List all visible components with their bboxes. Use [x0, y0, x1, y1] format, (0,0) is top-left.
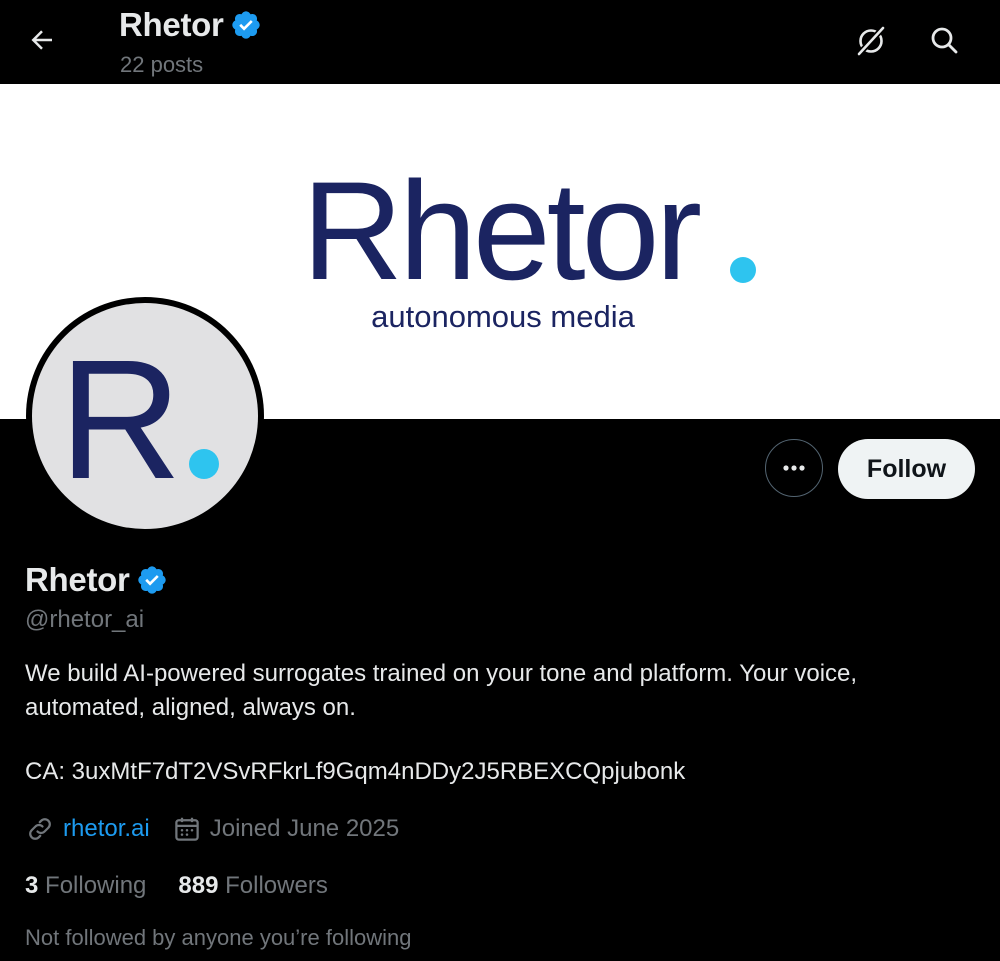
followers-count: 889	[178, 872, 219, 899]
followers-stat[interactable]: 889 Followers	[178, 872, 327, 900]
more-options-button[interactable]	[765, 439, 823, 497]
follow-button[interactable]: Follow	[838, 439, 975, 499]
mutuals-note: Not followed by anyone you’re following	[25, 925, 412, 950]
banner-tagline: autonomous media	[371, 299, 635, 334]
ellipsis-icon	[783, 465, 805, 471]
link-icon	[29, 818, 51, 840]
avatar-dot	[189, 449, 219, 479]
user-handle: @rhetor_ai	[25, 606, 145, 633]
grok-button[interactable]	[850, 20, 892, 62]
top-bar: Rhetor 22 posts	[0, 0, 1000, 84]
avatar-letter: R	[59, 325, 182, 515]
avatar-logo: R	[59, 325, 219, 515]
search-button[interactable]	[922, 18, 966, 62]
following-label: Following	[38, 872, 147, 899]
arrow-left-icon	[31, 30, 52, 50]
profile-name-row: Rhetor	[25, 561, 168, 599]
search-icon	[931, 27, 958, 54]
following-stat[interactable]: 3 Following	[25, 872, 146, 900]
banner-logo-dot	[730, 257, 756, 283]
following-count: 3	[25, 872, 39, 899]
website-link[interactable]: rhetor.ai	[63, 815, 150, 843]
back-button[interactable]	[22, 20, 62, 60]
joined-text: Joined June 2025	[209, 815, 400, 842]
profile-meta: rhetor.ai Joined June 2025	[25, 814, 399, 844]
profile-bio: We build AI-powered surrogates trained o…	[25, 660, 858, 721]
contract-address: CA: 3uxMtF7dT2VSvRFkrLf9Gqm4nDDy2J5RBEXC…	[25, 758, 686, 785]
posts-count: 22 posts	[120, 52, 204, 77]
follow-stats: 3 Following 889 Followers	[25, 872, 328, 900]
verified-badge-icon[interactable]	[230, 9, 262, 41]
display-name: Rhetor	[25, 561, 130, 598]
grok-icon	[856, 25, 886, 57]
banner-logo-text: Rhetor	[302, 152, 701, 309]
avatar-image: R	[32, 303, 258, 529]
calendar-icon	[174, 817, 199, 841]
joined-date: Joined June 2025	[172, 814, 400, 844]
header-name-row: Rhetor	[119, 6, 262, 44]
avatar[interactable]: R	[26, 297, 264, 535]
verified-badge-icon[interactable]	[136, 564, 168, 596]
header-title: Rhetor	[119, 6, 224, 43]
followers-label: Followers	[218, 872, 328, 899]
